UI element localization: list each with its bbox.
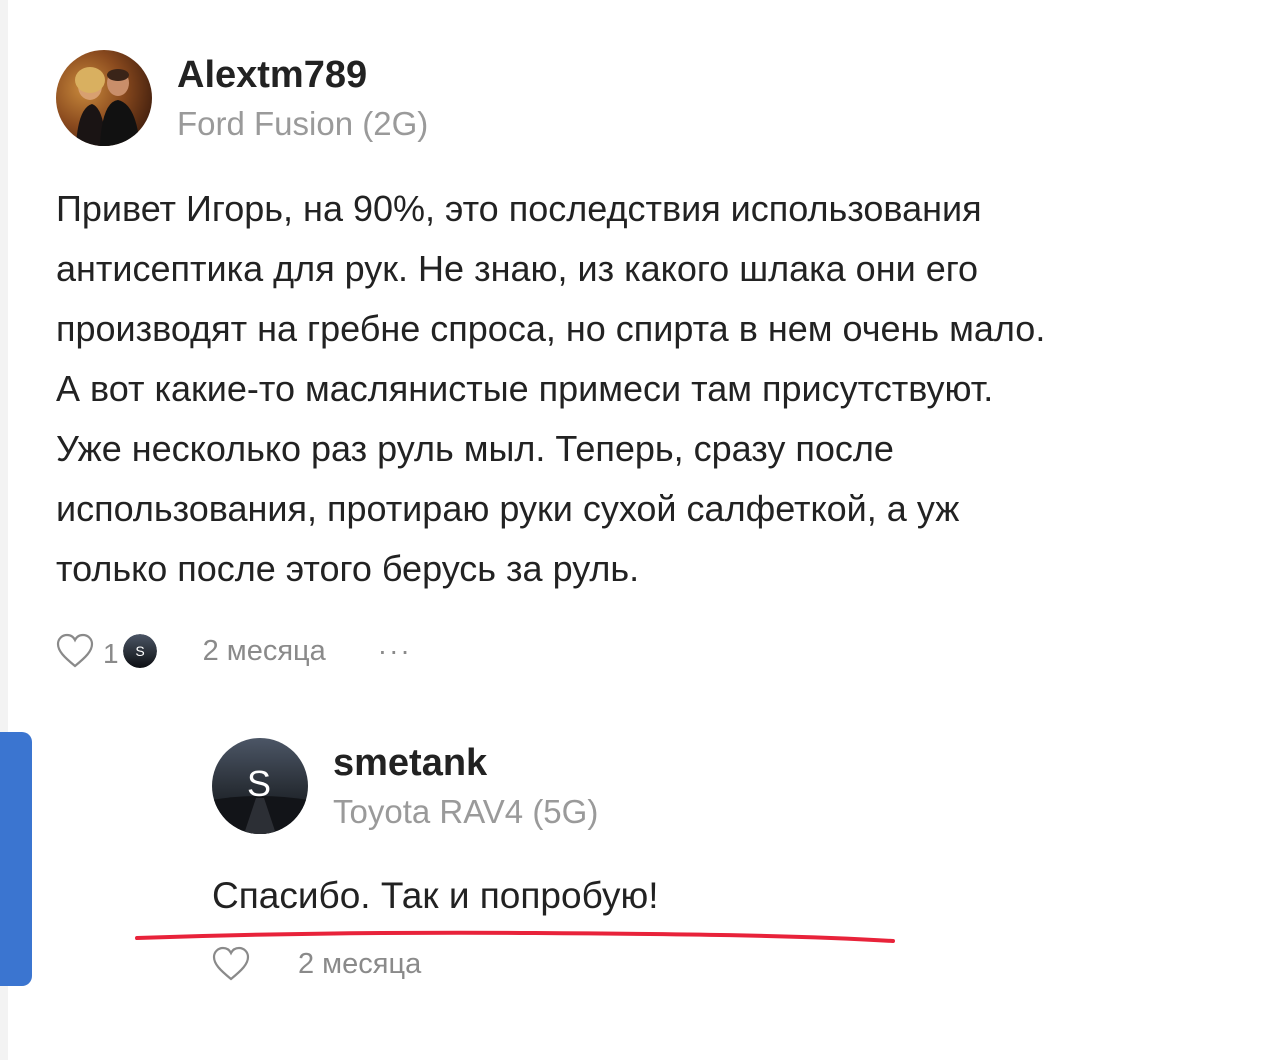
like-count[interactable]: 1 (103, 638, 119, 670)
comment-text-line: антисептика для рук. Не знаю, из какого … (56, 248, 979, 289)
comment-text: Привет Игорь, на 90%, это последствия ис… (56, 179, 1226, 599)
reply-highlight-bar (0, 732, 32, 986)
author-avatar[interactable] (56, 50, 152, 146)
reply-meta: 2 месяца (212, 946, 421, 982)
comment: Alextm789 Ford Fusion (2G) Привет Игорь,… (56, 50, 1236, 673)
svg-text:S: S (247, 763, 271, 804)
more-options-icon[interactable]: ··· (378, 637, 412, 665)
comment-text-line: Привет Игорь, на 90%, это последствия ис… (56, 188, 982, 229)
author-info: Alextm789 Ford Fusion (2G) (177, 54, 428, 142)
reply-time[interactable]: 2 месяца (298, 948, 421, 981)
reply-author-info: smetank Toyota RAV4 (5G) (333, 742, 598, 830)
comments-page: Alextm789 Ford Fusion (2G) Привет Игорь,… (0, 0, 1280, 1060)
comment-meta: 1 S 2 месяца ··· (56, 629, 1236, 673)
liker-avatar[interactable]: S (122, 634, 157, 668)
reply-author-car[interactable]: Toyota RAV4 (5G) (333, 793, 598, 830)
svg-text:S: S (135, 643, 144, 659)
heart-icon[interactable] (212, 946, 250, 982)
author-name[interactable]: Alextm789 (177, 54, 428, 98)
reply-comment: S smetank Toyota RAV4 (5G) Спасибо. Так … (212, 738, 1112, 920)
reply-author-avatar[interactable]: S (212, 738, 308, 834)
comment-text-line: только после этого берусь за руль. (56, 548, 640, 589)
reply-author-name[interactable]: smetank (333, 742, 598, 786)
comment-text-line: использования, протираю руки сухой салфе… (56, 488, 960, 529)
comment-text-line: Уже несколько раз руль мыл. Теперь, сраз… (56, 428, 894, 469)
author-car[interactable]: Ford Fusion (2G) (177, 105, 428, 142)
comment-text-line: А вот какие-то маслянистые примеси там п… (56, 368, 994, 409)
reply-text: Спасибо. Так и попробую! (212, 875, 659, 916)
heart-icon[interactable] (56, 633, 94, 669)
reply-header: S smetank Toyota RAV4 (5G) (212, 738, 1112, 834)
comment-text-line: производят на гребне спроса, но спирта в… (56, 308, 1046, 349)
comment-time[interactable]: 2 месяца (203, 635, 326, 668)
comment-header: Alextm789 Ford Fusion (2G) (56, 50, 1236, 146)
